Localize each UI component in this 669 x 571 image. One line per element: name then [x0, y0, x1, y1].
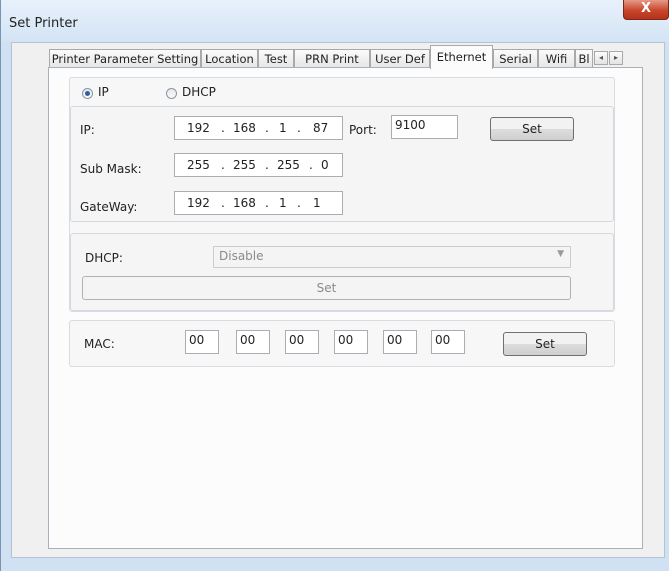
mac-settings-group: MAC: 00 00 00 00 00 00 Set: [69, 320, 615, 367]
tab-label: Ethernet: [436, 50, 487, 64]
sub-mask-input[interactable]: 255 . 255 . 255 . 0: [174, 153, 343, 177]
dhcp-set-button[interactable]: Set: [82, 276, 571, 300]
chevron-down-icon: ▼: [557, 249, 564, 259]
window-title: Set Printer: [9, 16, 78, 31]
ip-octet: 168: [233, 121, 256, 135]
tab-location[interactable]: Location: [201, 49, 258, 68]
ip-octet: 1: [279, 121, 287, 135]
tab-label: Test: [264, 52, 288, 66]
title-bar[interactable]: Set Printer X: [1, 0, 669, 42]
close-button[interactable]: X: [623, 0, 669, 20]
ip-octet: 192: [187, 196, 210, 210]
ip-octet: 192: [187, 121, 210, 135]
tab-wifi[interactable]: Wifi: [538, 49, 575, 68]
dhcp-label: DHCP:: [85, 251, 123, 265]
mac-octet-input[interactable]: 00: [431, 330, 465, 354]
chevron-left-icon: ◂: [598, 53, 603, 62]
tab-label: Location: [205, 52, 254, 66]
ip-dot: .: [309, 158, 313, 172]
ip-octet: 255: [187, 158, 210, 172]
mac-octet-input[interactable]: 00: [236, 330, 270, 354]
tab-label: Wifi: [545, 52, 568, 66]
tab-scroll-right-button[interactable]: ▸: [609, 51, 623, 65]
tab-label: PRN Print: [305, 52, 359, 66]
dhcp-select-value: Disable: [219, 249, 264, 263]
ip-dot: .: [297, 196, 301, 210]
port-input[interactable]: 9100: [391, 115, 458, 139]
chevron-right-icon: ▸: [613, 53, 618, 62]
dhcp-radio[interactable]: [166, 88, 177, 99]
ip-octet: 255: [233, 158, 256, 172]
ethernet-tab-panel: IP DHCP IP: 192 . 168 . 1 . 87 Port: 910…: [48, 67, 643, 549]
ip-dot: .: [265, 196, 269, 210]
ip-dot: .: [221, 158, 225, 172]
tab-prn-print[interactable]: PRN Print: [294, 49, 370, 68]
dhcp-select[interactable]: Disable ▼: [213, 246, 571, 268]
sub-mask-label: Sub Mask:: [80, 162, 142, 176]
tab-label: Printer Parameter Setting: [51, 52, 199, 66]
ip-octet: 255: [277, 158, 300, 172]
set-printer-window: Set Printer X Printer Parameter Setting …: [0, 0, 669, 571]
static-ip-group: IP: 192 . 168 . 1 . 87 Port: 9100 Set Su…: [70, 106, 614, 222]
mac-octet-input[interactable]: 00: [185, 330, 219, 354]
ip-dot: .: [297, 121, 301, 135]
network-settings-group: IP DHCP IP: 192 . 168 . 1 . 87 Port: 910…: [69, 77, 615, 312]
mac-label: MAC:: [84, 337, 115, 351]
gateway-input[interactable]: 192 . 168 . 1 . 1: [174, 191, 343, 215]
mac-set-button[interactable]: Set: [503, 332, 587, 356]
ip-octet: 1: [313, 196, 321, 210]
close-icon: X: [640, 1, 652, 16]
tab-scroll-left-button[interactable]: ◂: [594, 51, 608, 65]
dhcp-settings-group: DHCP: Disable ▼ Set: [70, 233, 614, 311]
ip-dot: .: [265, 158, 269, 172]
tab-user-def[interactable]: User Def: [370, 49, 430, 68]
mac-octet-input[interactable]: 00: [285, 330, 319, 354]
tab-test[interactable]: Test: [258, 49, 294, 68]
dhcp-radio-label: DHCP: [182, 85, 216, 99]
gateway-label: GateWay:: [80, 200, 138, 214]
mac-octet-input[interactable]: 00: [334, 330, 368, 354]
ip-radio[interactable]: [82, 88, 93, 99]
dialog-client-area: Printer Parameter Setting Location Test …: [11, 42, 665, 558]
mac-octet-input[interactable]: 00: [383, 330, 417, 354]
port-label: Port:: [349, 123, 377, 137]
ip-octet: 1: [279, 196, 287, 210]
tab-serial[interactable]: Serial: [493, 49, 538, 68]
ip-label: IP:: [80, 123, 95, 137]
ip-dot: .: [221, 196, 225, 210]
tab-printer-parameter-setting[interactable]: Printer Parameter Setting: [49, 49, 201, 68]
tab-label: Bl: [578, 52, 590, 66]
ip-dot: .: [221, 121, 225, 135]
ip-radio-label: IP: [98, 85, 109, 99]
ip-octet: 168: [233, 196, 256, 210]
tab-strip: Printer Parameter Setting Location Test …: [49, 45, 623, 69]
tab-label: User Def: [375, 52, 425, 66]
tab-label: Serial: [499, 52, 532, 66]
ip-address-input[interactable]: 192 . 168 . 1 . 87: [174, 116, 343, 140]
ip-set-button[interactable]: Set: [490, 117, 574, 141]
tab-ethernet[interactable]: Ethernet: [430, 45, 493, 69]
ip-dot: .: [265, 121, 269, 135]
ip-octet: 87: [313, 121, 329, 135]
ip-octet: 0: [321, 158, 329, 172]
tab-bluetooth[interactable]: Bl: [575, 49, 593, 68]
